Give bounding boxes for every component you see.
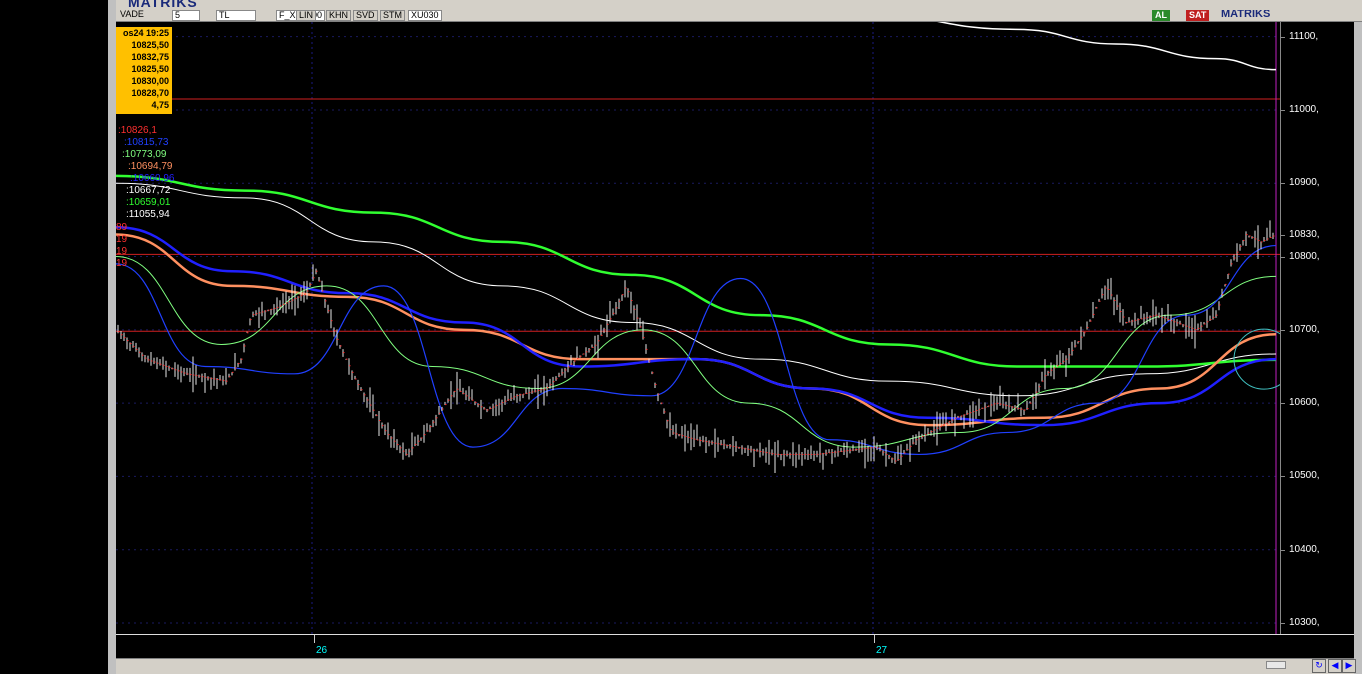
symbol-toolbar: VADE 5 TL F_XU0300 LIN KHN SVD STM XU030… bbox=[116, 10, 1362, 22]
sat-button[interactable]: SAT bbox=[1186, 10, 1210, 21]
matriks-logo: MATRIKS bbox=[128, 0, 198, 10]
price-axis[interactable]: 11100, 11000, 10900, 10830, 10800, 10700, 1060… bbox=[1280, 22, 1354, 634]
info-close: 10830,00 bbox=[131, 76, 169, 86]
price-axis-label: 11000, bbox=[1289, 103, 1319, 115]
vade-label: VADE bbox=[118, 10, 146, 21]
indicator-value-label: :10660,96 bbox=[130, 173, 175, 184]
price-chart[interactable] bbox=[116, 22, 1280, 634]
price-axis-label: 10300, bbox=[1289, 617, 1320, 628]
price-axis-tick bbox=[1281, 623, 1285, 624]
indicator-value-label: :10659,01 bbox=[126, 197, 171, 208]
moving-average-line bbox=[937, 22, 1277, 71]
price-axis-tick bbox=[1281, 549, 1285, 551]
side-value-label: 89 bbox=[116, 222, 128, 233]
price-axis-label: 10700, bbox=[1289, 323, 1320, 335]
indicator-value-label: :10667,72 bbox=[126, 185, 171, 196]
indicator-value-label: :11055,94 bbox=[126, 209, 170, 220]
price-axis-label: 11100, bbox=[1289, 30, 1319, 42]
date-axis-label: 27 bbox=[876, 645, 888, 656]
info-change: 4,75 bbox=[151, 100, 169, 110]
price-axis-label: 10400, bbox=[1289, 543, 1320, 555]
price-axis-tick bbox=[1281, 403, 1285, 405]
chart-type-khn-button[interactable]: KHN bbox=[326, 10, 352, 21]
top-toolbar: MATRIKS bbox=[116, 0, 1362, 10]
currency-select[interactable]: TL bbox=[216, 10, 256, 21]
scroll-left-icon[interactable]: ◀ bbox=[1328, 659, 1342, 673]
date-axis-label: 26 bbox=[316, 645, 328, 656]
date-axis-tick bbox=[874, 635, 875, 643]
matriks-logo-right: MATRIKS bbox=[1221, 10, 1271, 20]
price-axis-label: 10800, bbox=[1289, 250, 1320, 262]
moving-average-line bbox=[116, 256, 1277, 448]
side-value-label: 19 bbox=[116, 246, 128, 257]
period-select[interactable]: 5 bbox=[172, 10, 200, 21]
moving-average-line bbox=[116, 244, 1277, 456]
info-open: 10825,50 bbox=[131, 40, 169, 50]
index-input[interactable]: XU030 bbox=[408, 10, 442, 21]
scroll-thumb[interactable] bbox=[1266, 661, 1286, 669]
chart-area[interactable] bbox=[116, 22, 1280, 634]
info-low: 10825,50 bbox=[131, 64, 169, 74]
scroll-right-icon[interactable]: ▶ bbox=[1342, 659, 1356, 673]
left-black-margin bbox=[0, 0, 108, 674]
info-avg: 10828,70 bbox=[131, 88, 169, 98]
info-high: 10832,75 bbox=[131, 52, 169, 62]
date-axis: 26 27 bbox=[116, 634, 1354, 658]
side-value-label: 19 bbox=[116, 258, 128, 269]
price-axis-tick bbox=[1281, 36, 1285, 38]
indicator-value-label: :10815,73 bbox=[124, 137, 169, 148]
price-axis-tick bbox=[1281, 109, 1285, 111]
price-axis-tick bbox=[1281, 234, 1285, 236]
chart-type-lin-button[interactable]: LIN bbox=[296, 10, 317, 21]
refresh-icon[interactable]: ↻ bbox=[1312, 659, 1326, 673]
indicator-value-label: :10826,1 bbox=[118, 125, 157, 136]
date-axis-tick bbox=[314, 635, 315, 643]
price-axis-label: 10830, bbox=[1289, 228, 1320, 240]
right-scroll-strip bbox=[1354, 22, 1362, 672]
price-axis-tick bbox=[1281, 183, 1285, 185]
price-axis-label: 10900, bbox=[1289, 177, 1320, 189]
side-value-label: 19 bbox=[116, 234, 128, 245]
indicator-value-label: :10694,79 bbox=[128, 161, 173, 172]
chart-type-stm-button[interactable]: STM bbox=[380, 10, 405, 21]
price-axis-tick bbox=[1281, 256, 1285, 258]
horizontal-scrollbar[interactable]: ↻ ◀ ▶ bbox=[116, 658, 1356, 674]
info-datetime: os24 19:25 bbox=[122, 28, 169, 38]
price-axis-label: 10500, bbox=[1289, 470, 1320, 482]
chart-type-svd-button[interactable]: SVD bbox=[353, 10, 378, 21]
indicator-value-label: :10773,09 bbox=[122, 149, 167, 160]
ohlc-info-box: os24 19:25 10825,50 10832,75 10825,50 10… bbox=[116, 27, 172, 114]
price-axis-label: 10600, bbox=[1289, 397, 1320, 409]
price-axis-tick bbox=[1281, 329, 1285, 331]
price-axis-tick bbox=[1281, 476, 1285, 478]
al-button[interactable]: AL bbox=[1152, 10, 1170, 21]
